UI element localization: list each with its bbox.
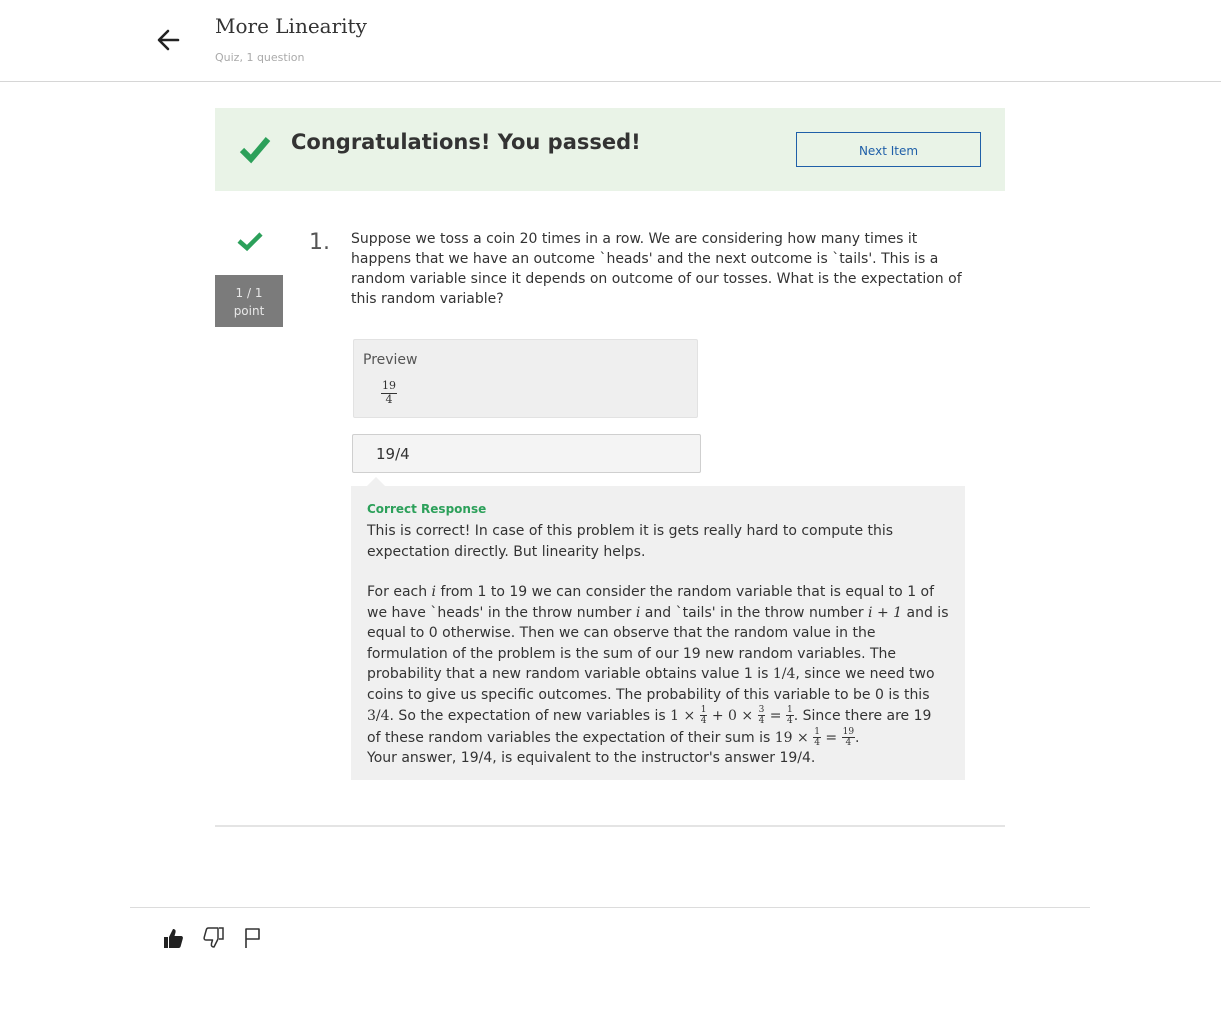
- feedback-heading: Correct Response: [367, 502, 487, 516]
- math-nineteen-times: 19 ×: [774, 729, 814, 746]
- arrow-left-icon: [157, 29, 180, 51]
- flag-icon[interactable]: [242, 926, 264, 950]
- checkmark-icon: [239, 137, 271, 164]
- math-one-times: 1 ×: [670, 707, 700, 724]
- denominator: 4: [786, 716, 793, 727]
- text: For each: [367, 584, 432, 600]
- feedback-explanation: For each i from 1 to 19 we can consider …: [367, 582, 949, 748]
- preview-label: Preview: [363, 352, 418, 368]
- back-button[interactable]: [155, 26, 183, 54]
- feedback-paragraph: This is correct! In case of this problem…: [367, 523, 894, 560]
- score-value: 1 / 1: [235, 286, 263, 300]
- answer-summary: Your answer, 19/4, is equivalent to the …: [367, 750, 816, 767]
- numerator: 19: [841, 726, 856, 739]
- text: and `tails' in the throw number: [640, 604, 869, 621]
- math-equals: =: [765, 707, 786, 724]
- checkmark-icon: [237, 232, 263, 252]
- numerator: 1: [813, 726, 821, 739]
- fraction-one-quarter: 14: [785, 705, 794, 727]
- text: .: [855, 729, 860, 746]
- page-subtitle: Quiz, 1 question: [215, 51, 305, 64]
- pass-message: Congratulations! You passed!: [291, 130, 641, 154]
- thumbs-up-icon[interactable]: [162, 926, 184, 950]
- preview-denominator: 4: [385, 392, 393, 406]
- question-number: 1.: [309, 230, 330, 255]
- fraction-nineteen-quarters: 19 4: [841, 726, 856, 749]
- next-item-button[interactable]: Next Item: [796, 132, 981, 167]
- pass-banner: Congratulations! You passed! Next Item: [215, 108, 1005, 191]
- math-three-quarters: 3/4: [367, 707, 390, 724]
- math-equals: =: [820, 729, 842, 746]
- feedback-panel: Correct Response This is correct! In cas…: [351, 486, 965, 780]
- math-i-plus-1: i + 1: [868, 604, 903, 621]
- denominator: 4: [814, 738, 820, 749]
- numerator: 1: [785, 705, 794, 717]
- answer-preview: Preview 19 4: [353, 339, 698, 418]
- preview-numerator: 19: [381, 379, 397, 394]
- page-header: More Linearity Quiz, 1 question: [0, 0, 1221, 82]
- math-plus-zero-times: + 0 ×: [707, 707, 758, 724]
- score-unit: point: [233, 304, 265, 318]
- preview-fraction: 19 4: [381, 379, 397, 406]
- footer-divider: [130, 907, 1090, 908]
- thumbs-down-icon[interactable]: [203, 926, 225, 950]
- section-divider: [215, 825, 1005, 827]
- question-text: Suppose we toss a coin 20 times in a row…: [351, 231, 962, 307]
- score-badge: 1 / 1 point: [215, 275, 283, 327]
- math-one-quarter: 1/4: [772, 666, 796, 682]
- answer-input[interactable]: [352, 434, 701, 473]
- text: . So the expectation of new variables is: [389, 707, 671, 724]
- denominator: 4: [845, 738, 852, 749]
- page-title: More Linearity: [215, 14, 367, 38]
- fraction-one-quarter: 14: [813, 727, 821, 749]
